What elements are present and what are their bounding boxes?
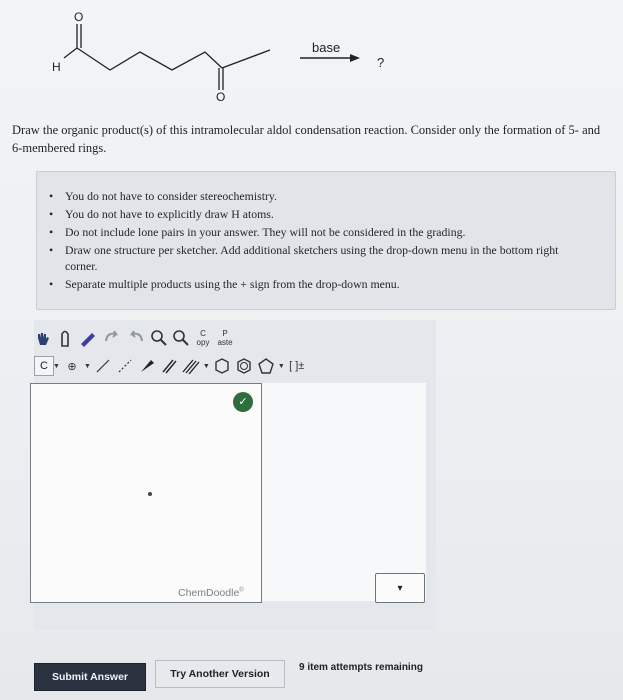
watermark-text: ChemDoodle: [178, 587, 240, 599]
instructions-box: You do not have to consider stereochemis…: [36, 171, 616, 310]
carbon-chain: [76, 47, 223, 71]
instruction-item: Draw one structure per sketcher. Add add…: [49, 242, 585, 274]
redo-icon[interactable]: [126, 327, 146, 349]
bond-methyl: [221, 49, 271, 69]
toolbar-row-2: C ▼ ⊕ ▼ ▼ ▼ [ ]±: [34, 354, 310, 378]
toolbar-row-1: C opy P aste: [34, 326, 238, 350]
copy-label-bottom: opy: [196, 338, 210, 347]
instruction-item: You do not have to explicitly draw H ato…: [49, 206, 585, 222]
undo-icon[interactable]: [102, 327, 122, 349]
reactant-structure: [63, 24, 360, 90]
canvas-cursor-dot: [148, 492, 152, 496]
chevron-down-icon[interactable]: ▼: [203, 362, 210, 370]
atom-label-h: H: [52, 60, 61, 74]
sketcher-side-area: [262, 383, 426, 601]
instruction-item: Separate multiple products using the + s…: [49, 276, 585, 292]
reagent-label: base: [312, 40, 341, 55]
chevron-down-icon[interactable]: ▼: [278, 362, 285, 370]
copy-button[interactable]: C opy: [194, 327, 212, 349]
wedge-bond-tool-icon[interactable]: [138, 355, 156, 377]
charge-bracket-tool[interactable]: [ ]±: [288, 355, 306, 377]
lasso-tool-icon[interactable]: [56, 327, 74, 349]
submit-answer-button[interactable]: Submit Answer: [34, 663, 146, 691]
product-placeholder: ?: [377, 55, 385, 70]
dashed-bond-tool-icon[interactable]: [116, 355, 134, 377]
check-icon[interactable]: ✓: [233, 392, 253, 412]
atom-label-aldehyde-o: O: [74, 10, 84, 24]
triple-bond-tool-icon[interactable]: [182, 355, 200, 377]
chevron-down-icon: ▾: [397, 582, 403, 594]
question-text: Draw the organic product(s) of this intr…: [12, 123, 601, 155]
chevron-down-icon[interactable]: ▼: [53, 362, 60, 370]
zoom-in-icon[interactable]: [150, 327, 168, 349]
reaction-scheme: O H O base ?: [0, 0, 623, 110]
ring-tool-icon[interactable]: [213, 355, 231, 377]
add-sketcher-dropdown[interactable]: ▾: [375, 573, 425, 603]
chevron-down-icon[interactable]: ▼: [84, 362, 91, 370]
copy-label-top: C: [200, 329, 206, 338]
atom-label-ketone-o: O: [216, 90, 226, 104]
hand-tool-icon[interactable]: [34, 327, 52, 349]
watermark-registered-mark: ®: [239, 587, 244, 594]
instruction-item: You do not have to consider stereochemis…: [49, 188, 585, 204]
element-selector[interactable]: C: [34, 356, 54, 376]
single-bond-tool-icon[interactable]: [94, 355, 112, 377]
charge-plus-icon[interactable]: ⊕: [63, 355, 81, 377]
paste-label-top: P: [222, 329, 228, 338]
benzene-tool-icon[interactable]: [235, 355, 253, 377]
paste-label-bottom: aste: [217, 338, 233, 347]
arrow-head-icon: [350, 54, 360, 62]
attempts-remaining-text: 9 item attempts remaining: [299, 662, 423, 673]
eraser-tool-icon[interactable]: [78, 327, 98, 349]
instruction-item: Do not include lone pairs in your answer…: [49, 224, 585, 240]
zoom-out-icon[interactable]: [172, 327, 190, 349]
paste-button[interactable]: P aste: [216, 327, 234, 349]
chemdoodle-watermark: ChemDoodle®: [178, 587, 244, 599]
try-another-version-button[interactable]: Try Another Version: [155, 660, 285, 688]
bond-h-c: [63, 47, 78, 59]
pentagon-tool-icon[interactable]: [257, 355, 275, 377]
double-bond-tool-icon[interactable]: [160, 355, 178, 377]
drawing-canvas[interactable]: [30, 383, 262, 603]
